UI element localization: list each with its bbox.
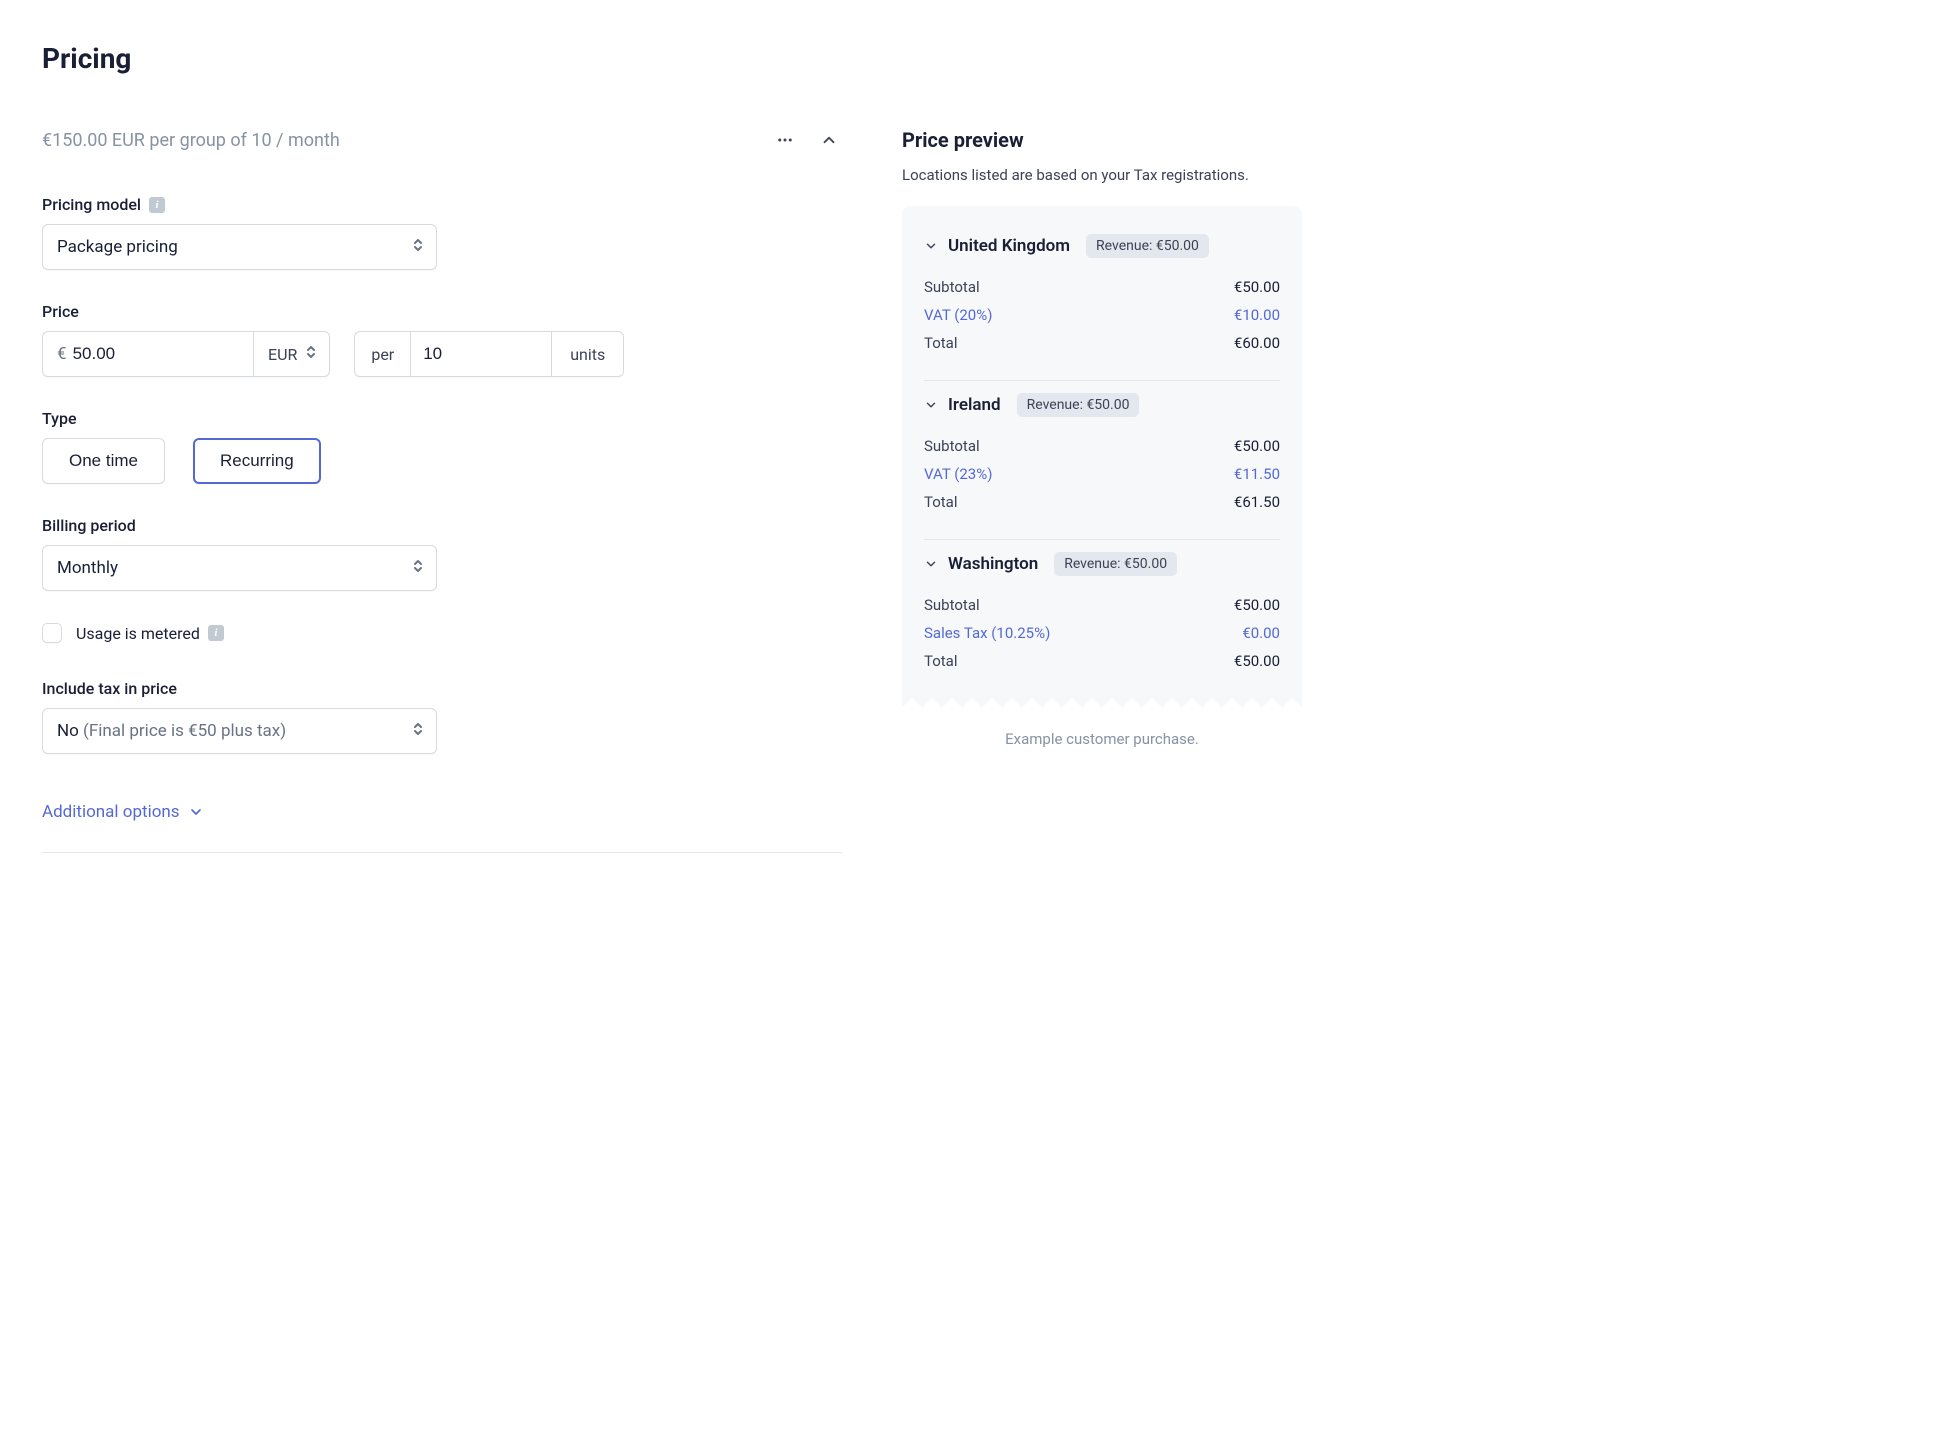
total-line: Total€61.50: [924, 493, 1280, 511]
billing-period-label: Billing period: [42, 516, 136, 535]
tax-line: Sales Tax (10.25%)€0.00: [924, 624, 1280, 642]
include-tax-label: Include tax in price: [42, 679, 177, 698]
currency-select[interactable]: EUR: [253, 332, 329, 376]
price-summary: €150.00 EUR per group of 10 / month: [42, 130, 340, 151]
price-summary-row: €150.00 EUR per group of 10 / month: [42, 127, 842, 153]
price-preview-card: United Kingdom Revenue: €50.00 Subtotal€…: [902, 206, 1302, 712]
subtotal-line: Subtotal€50.00: [924, 596, 1280, 614]
per-quantity-input[interactable]: [411, 332, 551, 376]
info-icon[interactable]: i: [149, 197, 165, 213]
tax-line: VAT (20%)€10.00: [924, 306, 1280, 324]
more-button[interactable]: [772, 127, 798, 153]
metered-label: Usage is metered: [76, 624, 200, 643]
additional-options-label: Additional options: [42, 802, 180, 822]
per-group-input: per units: [354, 331, 624, 377]
chevron-down-icon: [924, 557, 938, 571]
billing-period-select[interactable]: Monthly: [42, 545, 437, 591]
select-caret-icon: [412, 721, 424, 741]
price-preview-title: Price preview: [902, 128, 1302, 152]
page-title: Pricing: [42, 42, 842, 75]
billing-period-value: Monthly: [57, 558, 118, 578]
region-block: Washington Revenue: €50.00 Subtotal€50.0…: [924, 539, 1280, 698]
info-icon[interactable]: i: [208, 625, 224, 641]
type-one-time-button[interactable]: One time: [42, 438, 165, 484]
region-name: Washington: [948, 554, 1038, 574]
subtotal-line: Subtotal€50.00: [924, 278, 1280, 296]
total-line: Total€50.00: [924, 652, 1280, 670]
include-tax-select[interactable]: No (Final price is €50 plus tax): [42, 708, 437, 754]
region-block: Ireland Revenue: €50.00 Subtotal€50.00 V…: [924, 380, 1280, 539]
receipt-edge: [902, 698, 1302, 712]
region-header[interactable]: Ireland Revenue: €50.00: [924, 393, 1280, 417]
select-caret-icon: [305, 344, 317, 364]
chevron-down-icon: [924, 239, 938, 253]
total-line: Total€60.00: [924, 334, 1280, 352]
collapse-button[interactable]: [816, 127, 842, 153]
revenue-badge: Revenue: €50.00: [1054, 552, 1177, 576]
price-input-group: € EUR: [42, 331, 330, 377]
select-caret-icon: [412, 558, 424, 578]
select-caret-icon: [412, 237, 424, 257]
region-block: United Kingdom Revenue: €50.00 Subtotal€…: [924, 222, 1280, 380]
units-label: units: [551, 332, 623, 376]
revenue-badge: Revenue: €50.00: [1017, 393, 1140, 417]
price-label: Price: [42, 302, 79, 321]
pricing-model-value: Package pricing: [57, 237, 178, 257]
type-label: Type: [42, 409, 77, 428]
additional-options-link[interactable]: Additional options: [42, 802, 842, 822]
price-preview-subtitle: Locations listed are based on your Tax r…: [902, 166, 1302, 184]
example-note: Example customer purchase.: [902, 730, 1302, 748]
tax-line: VAT (23%)€11.50: [924, 465, 1280, 483]
revenue-badge: Revenue: €50.00: [1086, 234, 1209, 258]
region-name: United Kingdom: [948, 236, 1070, 256]
region-name: Ireland: [948, 395, 1001, 415]
region-header[interactable]: Washington Revenue: €50.00: [924, 552, 1280, 576]
region-header[interactable]: United Kingdom Revenue: €50.00: [924, 234, 1280, 258]
per-label: per: [355, 332, 411, 376]
type-recurring-button[interactable]: Recurring: [193, 438, 321, 484]
pricing-model-select[interactable]: Package pricing: [42, 224, 437, 270]
price-amount-input[interactable]: [73, 344, 239, 364]
include-tax-value: No (Final price is €50 plus tax): [57, 721, 286, 741]
subtotal-line: Subtotal€50.00: [924, 437, 1280, 455]
more-horizontal-icon: [776, 131, 794, 149]
section-divider: [42, 852, 842, 853]
currency-symbol: €: [57, 344, 67, 364]
pricing-model-label: Pricing model: [42, 195, 141, 214]
chevron-up-icon: [820, 131, 838, 149]
chevron-down-icon: [188, 804, 204, 820]
chevron-down-icon: [924, 398, 938, 412]
currency-value: EUR: [268, 345, 297, 364]
metered-checkbox[interactable]: [42, 623, 62, 643]
